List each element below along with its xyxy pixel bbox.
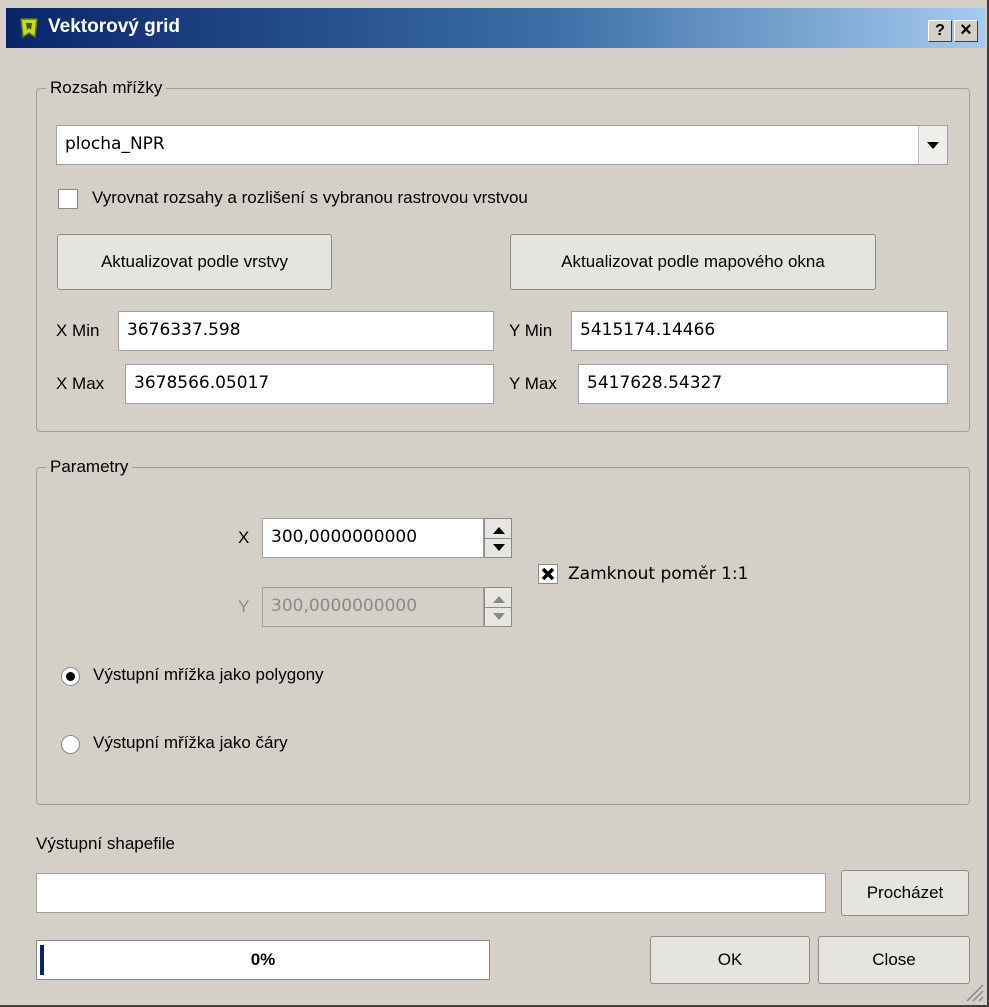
x-size-spinbox[interactable]: 300,0000000000 [262, 518, 484, 558]
xmax-label: X Max [56, 374, 105, 393]
lock-ratio-checkbox[interactable] [538, 564, 558, 584]
output-polygons-radio[interactable] [61, 667, 80, 686]
ymin-value: 5415174.14466 [580, 320, 716, 340]
layer-select[interactable]: plocha_NPR [56, 125, 948, 165]
y-size-stepper [484, 587, 512, 627]
window-title: Vektorový grid [48, 16, 180, 37]
output-lines-label: Výstupní mřížka jako čáry [93, 733, 288, 752]
y-size-value: 300,0000000000 [271, 596, 418, 616]
params-group-title: Parametry [46, 457, 133, 477]
step-up-icon [485, 588, 511, 607]
output-path-input[interactable] [36, 873, 826, 913]
align-raster-checkbox[interactable] [58, 189, 78, 209]
lock-ratio-label: Zamknout poměr 1:1 [568, 564, 749, 584]
step-down-icon [485, 607, 511, 626]
ymax-label: Y Max [509, 374, 557, 393]
progress-bar: 0% [36, 940, 490, 980]
ymax-input[interactable]: 5417628.54327 [578, 364, 948, 404]
ymax-value: 5417628.54327 [587, 373, 723, 393]
output-polygons-label: Výstupní mřížka jako polygony [93, 665, 324, 684]
output-shapefile-label: Výstupní shapefile [36, 834, 175, 853]
ok-button[interactable]: OK [650, 936, 810, 984]
dropdown-arrow-icon[interactable] [918, 126, 947, 164]
dialog-window: Vektorový grid ? × Rozsah mřížky plocha_… [0, 0, 989, 1007]
xmax-input[interactable]: 3678566.05017 [125, 364, 494, 404]
update-from-layer-button[interactable]: Aktualizovat podle vrstvy [57, 234, 332, 290]
xmax-value: 3678566.05017 [134, 373, 270, 393]
x-size-stepper[interactable] [484, 518, 512, 558]
update-from-canvas-button[interactable]: Aktualizovat podle mapového okna [510, 234, 876, 290]
y-size-spinbox: 300,0000000000 [262, 587, 484, 627]
xmin-input[interactable]: 3676337.598 [118, 311, 494, 351]
layer-select-value: plocha_NPR [65, 134, 165, 154]
resize-grip-icon[interactable] [963, 981, 985, 1003]
x-size-value: 300,0000000000 [271, 527, 418, 547]
ymin-label: Y Min [509, 321, 553, 340]
xmin-label: X Min [56, 321, 100, 340]
x-size-label: X [238, 528, 250, 547]
output-lines-radio[interactable] [61, 735, 80, 754]
y-size-label: Y [238, 597, 250, 616]
help-button[interactable]: ? [928, 20, 952, 42]
close-button[interactable]: Close [818, 936, 970, 984]
step-down-icon[interactable] [485, 538, 511, 557]
step-up-icon[interactable] [485, 519, 511, 538]
check-mark-icon [541, 567, 555, 581]
extent-group-title: Rozsah mřížky [46, 78, 167, 98]
progress-text: 0% [250, 950, 276, 969]
ymin-input[interactable]: 5415174.14466 [571, 311, 948, 351]
align-raster-label: Vyrovnat rozsahy a rozlišení s vybranou … [92, 188, 528, 207]
xmin-value: 3676337.598 [127, 320, 241, 340]
close-window-button[interactable]: × [954, 20, 978, 42]
title-bar[interactable]: Vektorový grid ? × [6, 8, 985, 48]
browse-button[interactable]: Procházet [841, 870, 969, 916]
qgis-app-icon [20, 18, 38, 39]
